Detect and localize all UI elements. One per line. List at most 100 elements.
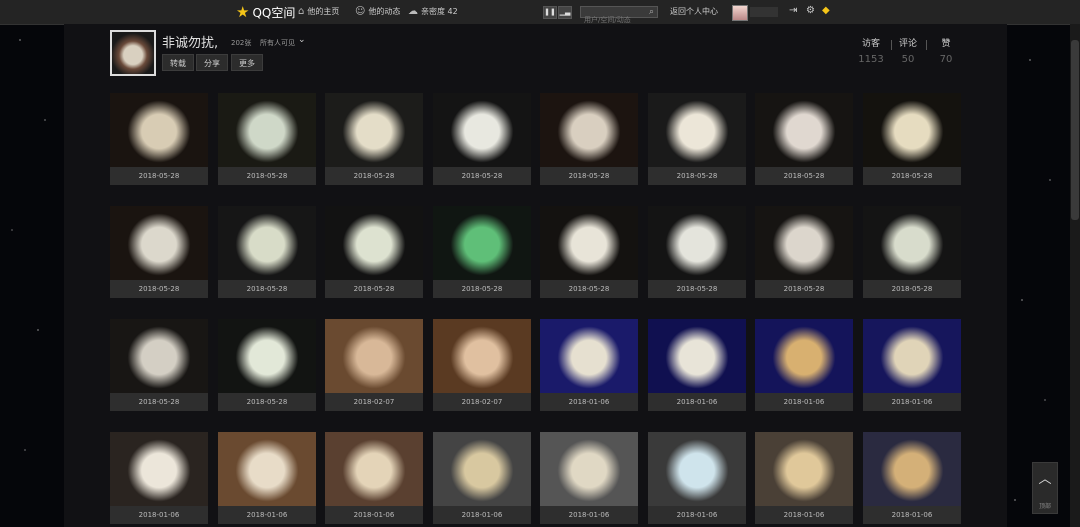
stat-comments[interactable]: 评论 50 [896, 36, 920, 65]
photo-tile[interactable]: 2018-02-07 [325, 319, 423, 411]
photo-date: 2018-02-07 [433, 393, 531, 411]
jade-photo-thumbnail[interactable] [648, 206, 746, 280]
scrollbar-thumb[interactable] [1071, 40, 1079, 220]
jade-photo-thumbnail[interactable] [863, 93, 961, 167]
photo-tile[interactable]: 2018-01-06 [218, 432, 316, 524]
photo-tile[interactable]: 2018-01-06 [110, 432, 208, 524]
jade-photo-thumbnail[interactable] [540, 319, 638, 393]
jade-photo-thumbnail[interactable] [755, 319, 853, 393]
user-avatar[interactable] [732, 5, 748, 21]
stat-label: 赞 [941, 39, 951, 49]
photo-tile[interactable]: 2018-05-28 [218, 93, 316, 185]
jade-photo-thumbnail[interactable] [648, 432, 746, 506]
gear-icon[interactable]: ⚙ [806, 5, 815, 16]
search-icon[interactable]: ⌕ [649, 7, 654, 17]
photo-tile[interactable]: 2018-05-28 [540, 206, 638, 298]
jade-photo-thumbnail[interactable] [218, 319, 316, 393]
stat-likes[interactable]: 赞 70 [934, 36, 958, 65]
photo-tile[interactable]: 2018-01-06 [863, 319, 961, 411]
photo-tile[interactable]: 2018-05-28 [648, 206, 746, 298]
jade-photo-thumbnail[interactable] [433, 432, 531, 506]
photo-tile[interactable]: 2018-05-28 [648, 93, 746, 185]
photo-tile[interactable]: 2018-05-28 [755, 206, 853, 298]
photo-tile[interactable]: 2018-01-06 [540, 319, 638, 411]
nav-his-homepage[interactable]: ⌂ 他的主页 [298, 6, 339, 17]
jade-photo-thumbnail[interactable] [863, 432, 961, 506]
photo-date: 2018-05-28 [648, 167, 746, 185]
jade-photo-thumbnail[interactable] [325, 206, 423, 280]
photo-tile[interactable]: 2018-05-28 [433, 93, 531, 185]
jade-photo-thumbnail[interactable] [218, 93, 316, 167]
photo-tile[interactable]: 2018-05-28 [863, 93, 961, 185]
photo-tile[interactable]: 2018-01-06 [433, 432, 531, 524]
photo-date: 2018-05-28 [540, 167, 638, 185]
photo-tile[interactable]: 2018-01-06 [648, 319, 746, 411]
jade-photo-thumbnail[interactable] [755, 93, 853, 167]
diamond-vip-icon[interactable]: ◆ [822, 5, 830, 16]
jade-photo-thumbnail[interactable] [325, 93, 423, 167]
jade-photo-thumbnail[interactable] [540, 206, 638, 280]
photo-tile[interactable]: 2018-02-07 [433, 319, 531, 411]
photo-date: 2018-05-28 [110, 167, 208, 185]
jade-photo-thumbnail[interactable] [325, 432, 423, 506]
jade-photo-thumbnail[interactable] [433, 319, 531, 393]
photo-tile[interactable]: 2018-01-06 [648, 432, 746, 524]
photo-tile[interactable]: 2018-01-06 [863, 432, 961, 524]
photo-date: 2018-05-28 [540, 280, 638, 298]
jade-photo-thumbnail[interactable] [218, 432, 316, 506]
share-button[interactable]: 分享 [196, 54, 228, 71]
pause-icon[interactable]: ❚❚ [543, 6, 557, 19]
jade-photo-thumbnail[interactable] [110, 432, 208, 506]
volume-icon[interactable]: ▁▃ [558, 6, 572, 19]
photo-date: 2018-01-06 [648, 506, 746, 524]
jade-photo-thumbnail[interactable] [110, 319, 208, 393]
photo-tile[interactable]: 2018-05-28 [325, 93, 423, 185]
jade-photo-thumbnail[interactable] [325, 319, 423, 393]
jade-photo-thumbnail[interactable] [648, 319, 746, 393]
star-icon: ★ [236, 3, 250, 21]
jade-photo-thumbnail[interactable] [218, 206, 316, 280]
jade-photo-thumbnail[interactable] [110, 93, 208, 167]
stat-visitors[interactable]: 访客 1153 [856, 36, 886, 65]
repost-button[interactable]: 转载 [162, 54, 194, 71]
qzone-logo[interactable]: ★ QQ空间 [236, 4, 295, 21]
jade-photo-thumbnail[interactable] [863, 206, 961, 280]
more-button[interactable]: 更多 [231, 54, 263, 71]
photo-tile[interactable]: 2018-05-28 [755, 93, 853, 185]
photo-tile[interactable]: 2018-01-06 [540, 432, 638, 524]
album-cover-image[interactable] [110, 30, 156, 76]
nav-intimacy[interactable]: ☁ 亲密度 42 [408, 6, 458, 17]
jade-photo-thumbnail[interactable] [755, 432, 853, 506]
photo-tile[interactable]: 2018-05-28 [540, 93, 638, 185]
photo-tile[interactable]: 2018-05-28 [110, 93, 208, 185]
jade-photo-thumbnail[interactable] [540, 93, 638, 167]
back-to-top-button[interactable]: ︿ 顶部 [1032, 462, 1058, 514]
photo-tile[interactable]: 2018-05-28 [110, 206, 208, 298]
photo-tile[interactable]: 2018-01-06 [325, 432, 423, 524]
photo-tile[interactable]: 2018-05-28 [325, 206, 423, 298]
photo-date: 2018-01-06 [540, 506, 638, 524]
photo-tile[interactable]: 2018-01-06 [755, 432, 853, 524]
jade-photo-thumbnail[interactable] [433, 206, 531, 280]
logout-icon[interactable]: ⇥ [789, 5, 797, 16]
photo-date: 2018-05-28 [218, 393, 316, 411]
photo-date: 2018-05-28 [433, 280, 531, 298]
jade-photo-thumbnail[interactable] [755, 206, 853, 280]
jade-photo-thumbnail[interactable] [648, 93, 746, 167]
chevron-down-icon[interactable]: ⌄ [298, 35, 306, 45]
jade-photo-thumbnail[interactable] [540, 432, 638, 506]
jade-photo-thumbnail[interactable] [433, 93, 531, 167]
photo-tile[interactable]: 2018-05-28 [110, 319, 208, 411]
jade-photo-thumbnail[interactable] [863, 319, 961, 393]
jade-photo-thumbnail[interactable] [110, 206, 208, 280]
photo-tile[interactable]: 2018-05-28 [433, 206, 531, 298]
photo-date: 2018-05-28 [110, 393, 208, 411]
photo-tile[interactable]: 2018-05-28 [218, 319, 316, 411]
photo-tile[interactable]: 2018-01-06 [755, 319, 853, 411]
back-to-personal-center-link[interactable]: 返回个人中心 [670, 6, 718, 17]
photo-tile[interactable]: 2018-05-28 [863, 206, 961, 298]
nav-his-feed[interactable]: ☺ 他的动态 [355, 6, 400, 17]
photo-date: 2018-05-28 [218, 280, 316, 298]
photo-tile[interactable]: 2018-05-28 [218, 206, 316, 298]
nav-label: 他的主页 [307, 7, 340, 16]
